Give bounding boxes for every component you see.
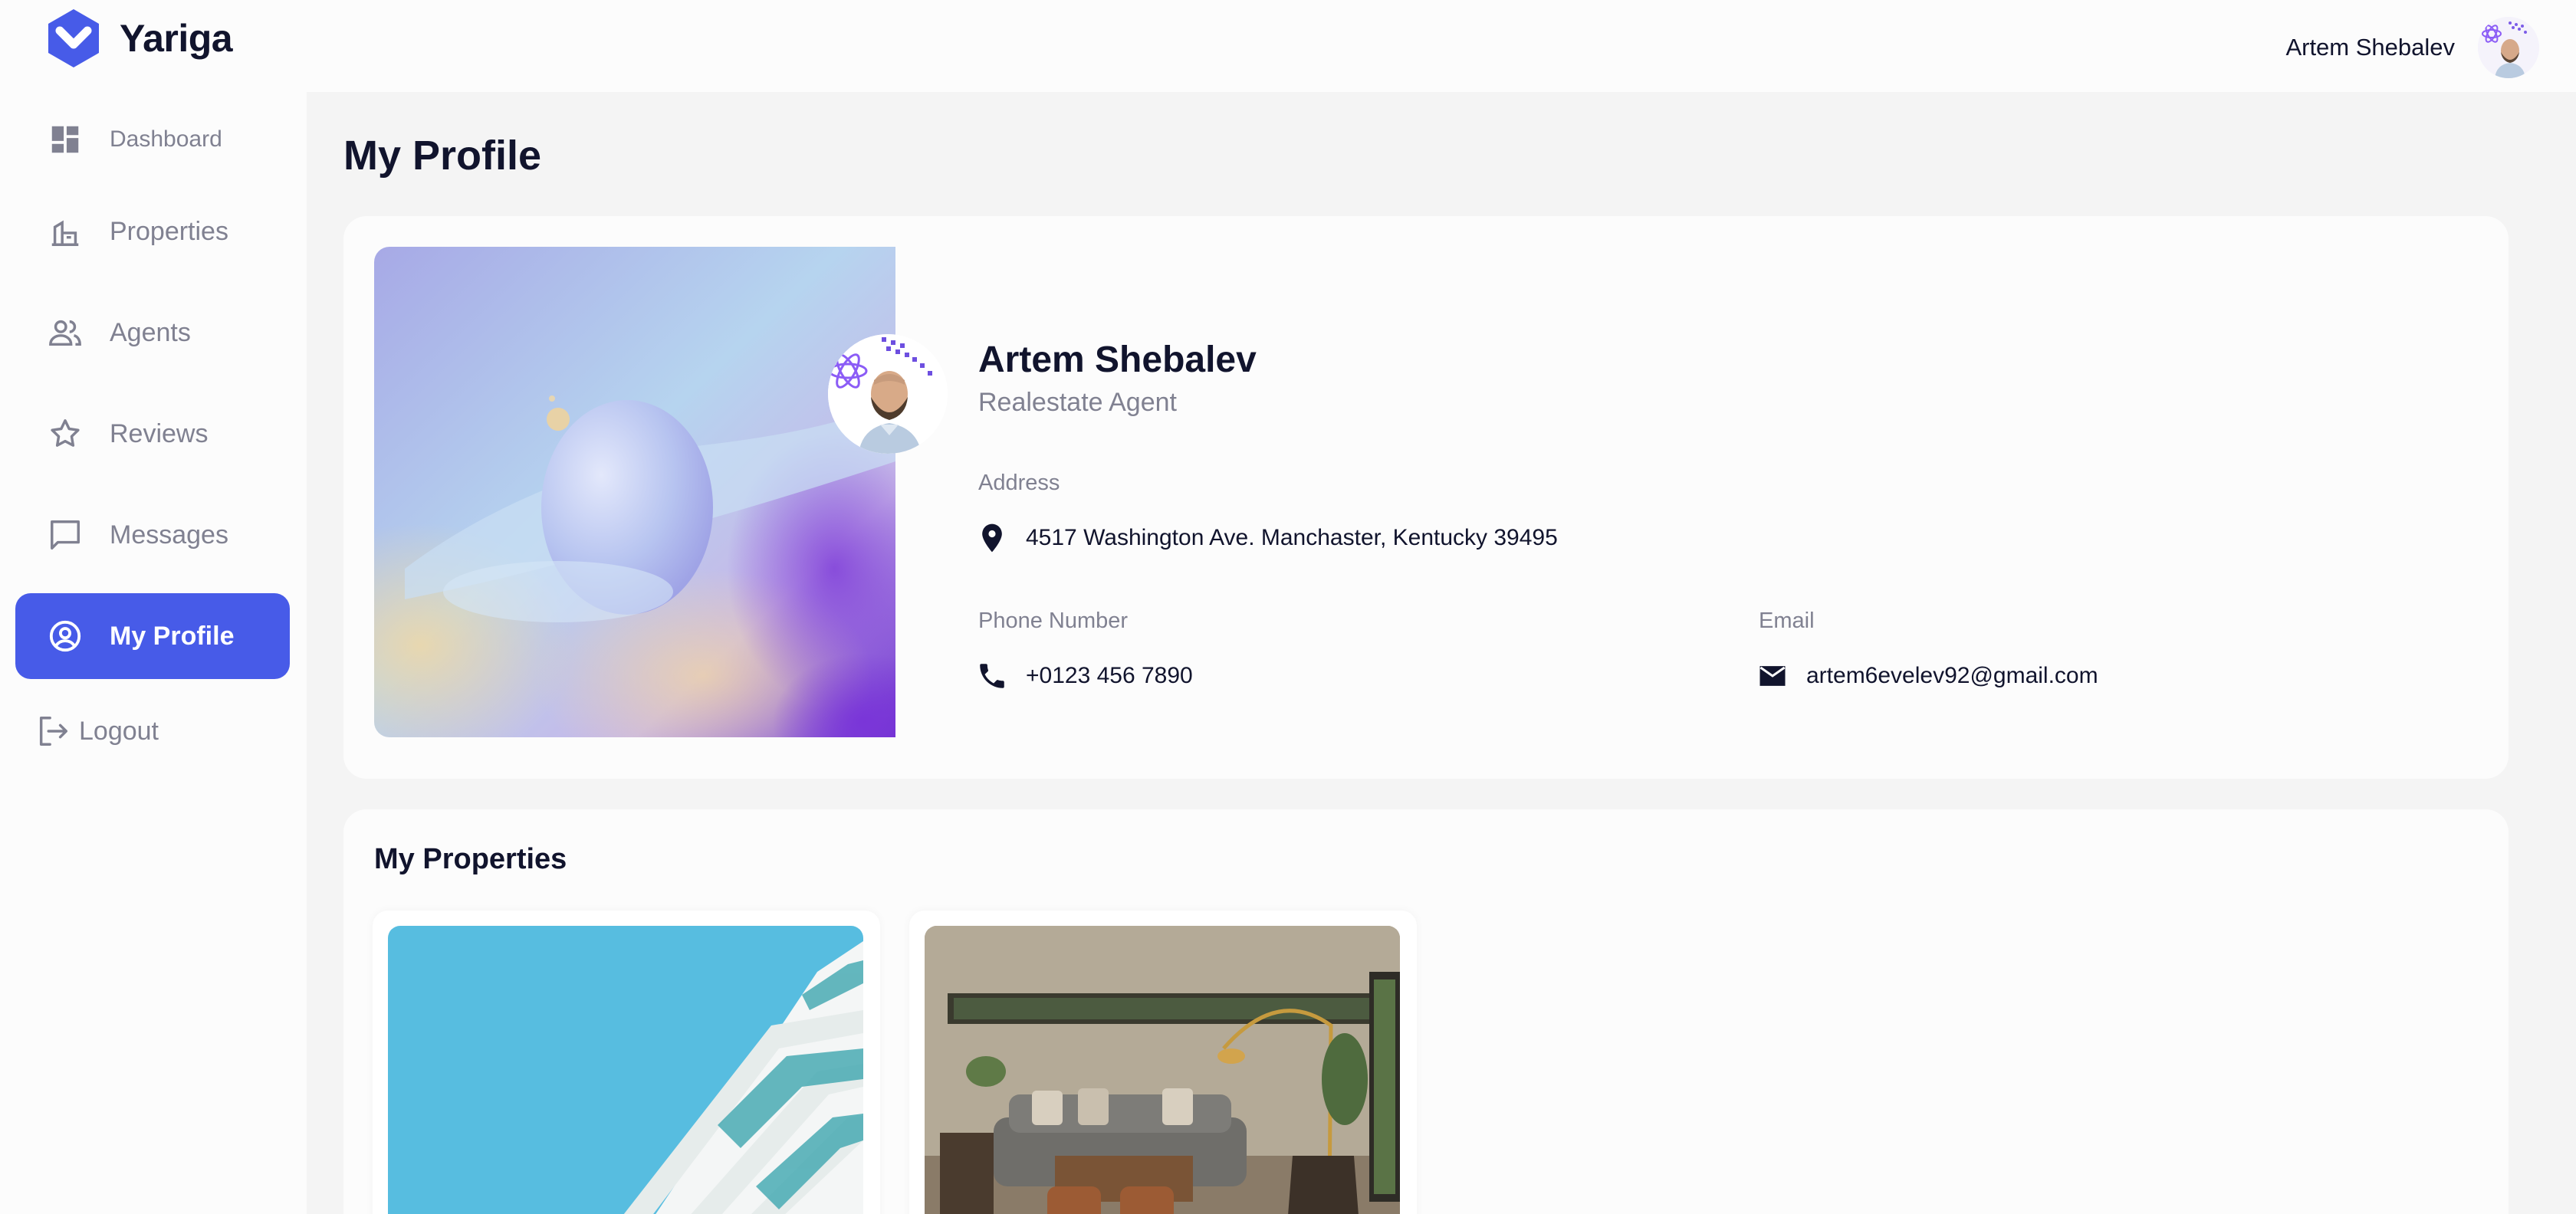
profile-card: Artem Shebalev Realestate Agent Address … — [343, 216, 2509, 779]
white-building-photo — [388, 926, 863, 1214]
property-card[interactable] — [909, 910, 1417, 1214]
living-room-photo — [925, 926, 1400, 1214]
top-header: Yariga Artem Shebalev — [0, 0, 2576, 92]
logout-label: Logout — [79, 716, 159, 746]
profile-name: Artem Shebalev — [978, 340, 1257, 380]
section-title: My Properties — [374, 843, 567, 875]
phone-label: Phone Number — [978, 609, 1129, 633]
sidebar-item-dashboard[interactable]: Dashboard — [15, 97, 290, 182]
sidebar-item-label: Reviews — [110, 418, 209, 448]
logout-icon — [39, 717, 67, 746]
profile-avatar[interactable] — [828, 334, 948, 454]
address-row: 4517 Washington Ave. Manchaster, Kentuck… — [974, 520, 1558, 556]
profile-icon — [49, 620, 81, 652]
sidebar: Dashboard Properties Agents Reviews Mess… — [0, 92, 307, 1214]
yariga-logo-icon — [48, 9, 99, 67]
sidebar-item-label: My Profile — [110, 621, 235, 651]
location-pin-icon — [974, 520, 1010, 556]
sidebar-item-label: Properties — [110, 216, 228, 246]
profile-cover-image — [374, 247, 895, 737]
phone-value: +0123 456 7890 — [1026, 663, 1193, 688]
main-content: My Profile Artem Shebalev Realestate Age… — [307, 92, 2576, 1214]
address-label: Address — [978, 471, 1060, 495]
sidebar-item-label: Messages — [110, 520, 228, 550]
logout-button[interactable]: Logout — [15, 688, 290, 774]
email-row: artem6evelev92@gmail.com — [1754, 658, 2098, 694]
logo[interactable]: Yariga — [43, 8, 233, 69]
profile-role: Realestate Agent — [978, 388, 1177, 417]
sidebar-item-agents[interactable]: Agents — [15, 290, 290, 376]
address-value: 4517 Washington Ave. Manchaster, Kentuck… — [1026, 525, 1558, 550]
sidebar-item-reviews[interactable]: Reviews — [15, 391, 290, 477]
mail-icon — [1754, 658, 1791, 694]
property-card[interactable] — [373, 910, 880, 1214]
page-title: My Profile — [343, 133, 542, 179]
sidebar-item-label: Agents — [110, 317, 191, 347]
star-icon — [51, 419, 80, 447]
app-name: Yariga — [120, 17, 233, 60]
properties-icon — [51, 220, 79, 246]
sidebar-item-label: Dashboard — [110, 126, 222, 152]
email-label: Email — [1759, 609, 1815, 633]
phone-icon — [974, 658, 1010, 694]
sidebar-item-messages[interactable]: Messages — [15, 492, 290, 578]
agents-icon — [49, 320, 81, 346]
user-menu[interactable]: Artem Shebalev — [2285, 17, 2539, 78]
my-properties-section: My Properties — [343, 809, 2509, 1214]
avatar[interactable] — [2478, 17, 2539, 78]
sidebar-item-properties[interactable]: Properties — [15, 189, 290, 274]
header-user-name: Artem Shebalev — [2285, 34, 2455, 61]
dashboard-icon — [51, 126, 79, 153]
sidebar-item-my-profile[interactable]: My Profile — [15, 593, 290, 679]
phone-row: +0123 456 7890 — [974, 658, 1193, 694]
message-icon — [51, 520, 80, 550]
email-value[interactable]: artem6evelev92@gmail.com — [1806, 663, 2098, 689]
